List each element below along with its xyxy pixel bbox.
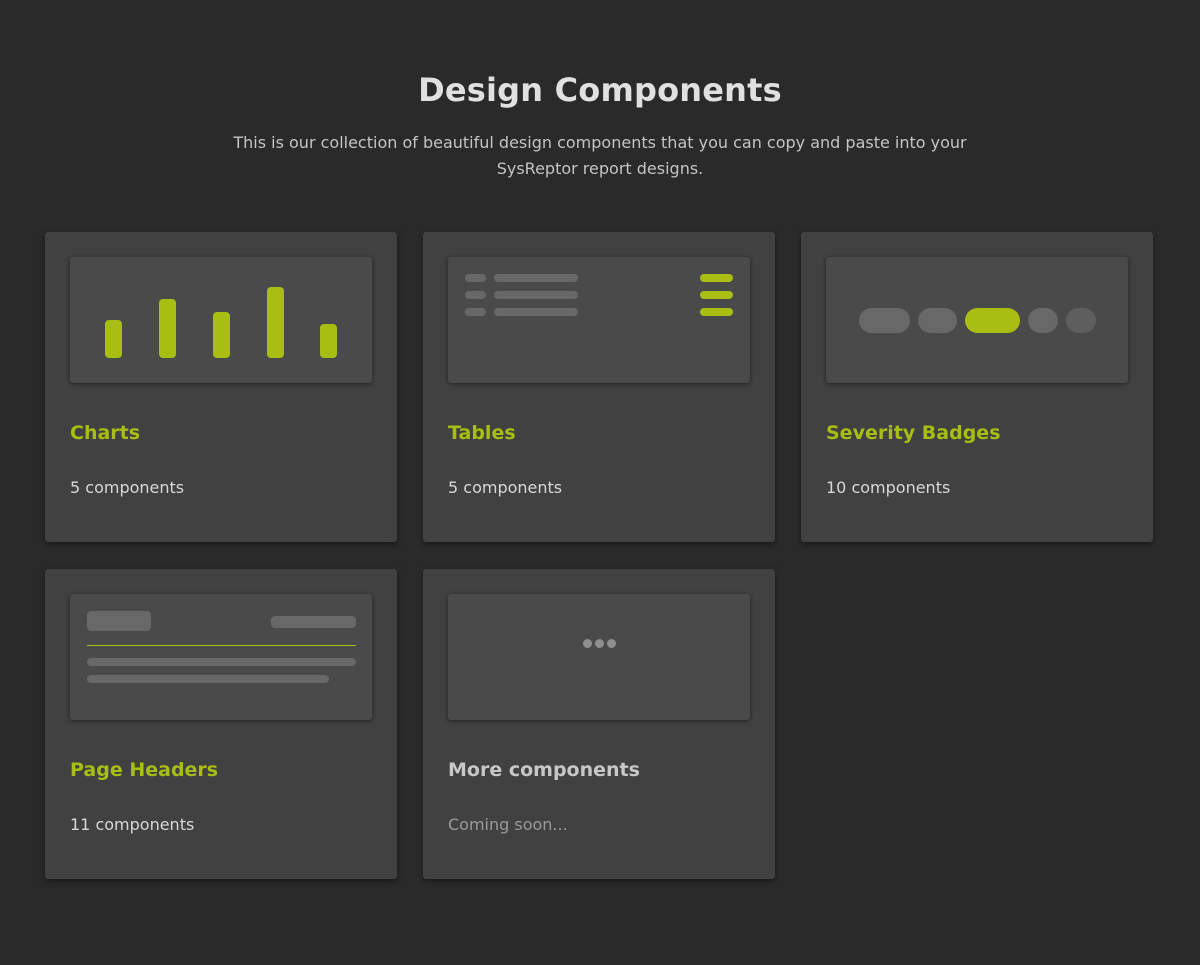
card-title: Page Headers	[70, 759, 219, 781]
preview-cell	[465, 291, 486, 299]
card-page-headers[interactable]: Page Headers 11 components	[45, 569, 397, 879]
preview-bar	[213, 312, 230, 358]
preview-cell-accent	[700, 308, 733, 316]
preview-badge	[859, 308, 910, 333]
card-count: Coming soon...	[448, 815, 568, 834]
preview-badge	[1066, 308, 1096, 333]
preview-line	[87, 675, 329, 683]
preview-bar	[159, 299, 176, 358]
page-title: Design Components	[418, 71, 782, 110]
preview-bar	[105, 320, 122, 358]
preview-divider	[87, 645, 356, 646]
ellipsis-dot	[583, 639, 592, 648]
preview-cell	[494, 274, 578, 282]
preview-bar	[267, 287, 284, 358]
card-charts[interactable]: Charts 5 components	[45, 232, 397, 542]
tables-preview	[448, 257, 750, 383]
card-count: 5 components	[70, 478, 185, 497]
preview-logo	[87, 611, 151, 631]
card-title: More components	[448, 759, 640, 781]
card-count: 10 components	[826, 478, 951, 497]
card-title: Severity Badges	[826, 422, 1001, 444]
ellipsis-dot	[595, 639, 604, 648]
preview-header-text	[271, 616, 356, 628]
preview-cell-accent	[700, 291, 733, 299]
preview-line	[87, 658, 356, 666]
card-title: Charts	[70, 422, 141, 444]
card-title: Tables	[448, 422, 516, 444]
card-tables[interactable]: Tables 5 components	[423, 232, 775, 542]
card-more-components: More components Coming soon...	[423, 569, 775, 879]
more-preview	[448, 594, 750, 720]
badges-preview	[826, 257, 1128, 383]
ellipsis-dot	[607, 639, 616, 648]
preview-badge	[918, 308, 957, 333]
preview-cell	[494, 291, 578, 299]
card-count: 11 components	[70, 815, 195, 834]
card-severity-badges[interactable]: Severity Badges 10 components	[801, 232, 1153, 542]
card-count: 5 components	[448, 478, 563, 497]
page-subtitle: This is our collection of beautiful desi…	[233, 133, 967, 178]
preview-cell	[494, 308, 578, 316]
charts-preview	[70, 257, 372, 383]
headers-preview	[70, 594, 372, 720]
preview-cell	[465, 308, 486, 316]
preview-cell-accent	[700, 274, 733, 282]
preview-badge	[1028, 308, 1058, 333]
preview-cell	[465, 274, 486, 282]
preview-bar	[320, 324, 337, 358]
preview-badge-accent	[965, 308, 1020, 333]
